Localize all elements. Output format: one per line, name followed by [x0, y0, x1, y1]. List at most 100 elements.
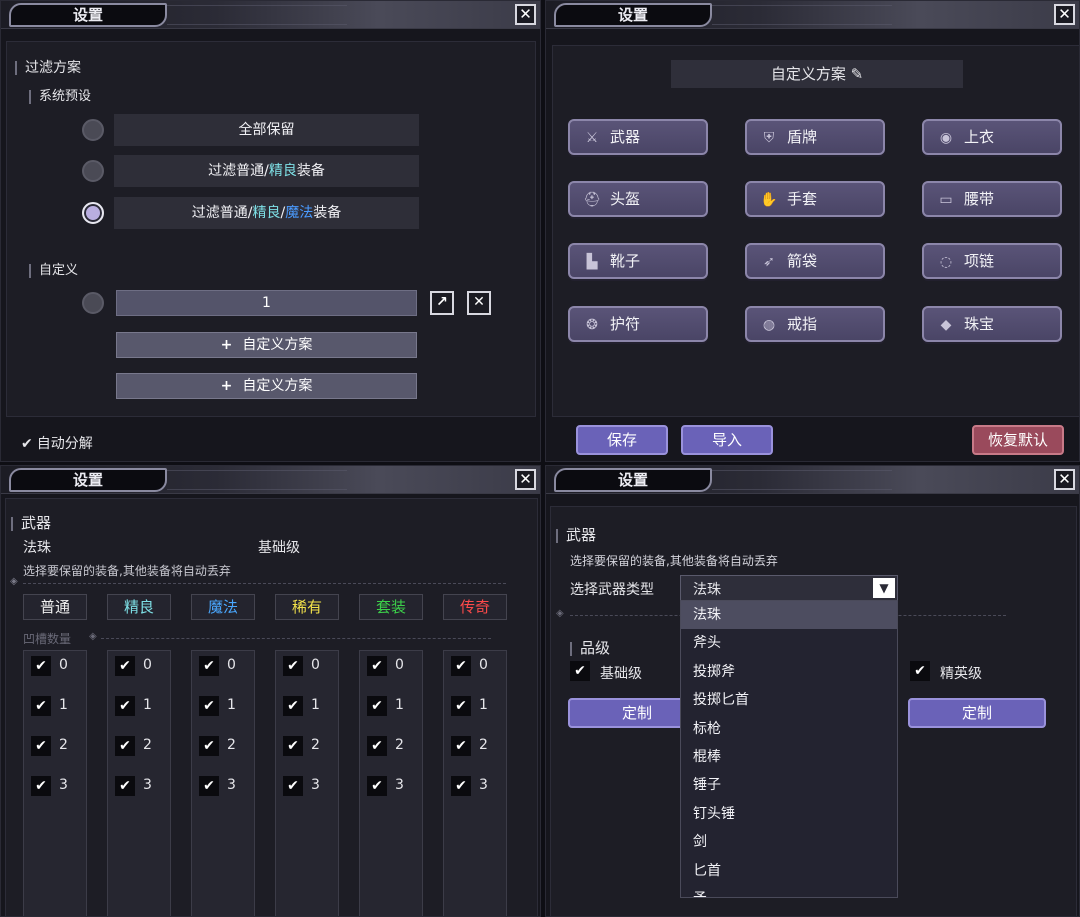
boot-icon: ▙	[586, 254, 598, 270]
socket-checkbox[interactable]: ✔	[199, 776, 219, 796]
socket-value: 2	[227, 737, 236, 753]
option-text-part: 装备	[313, 205, 342, 221]
socket-value: 3	[227, 777, 236, 793]
close-button[interactable]: ✕	[1054, 469, 1075, 490]
socket-checkbox[interactable]: ✔	[451, 736, 471, 756]
weapon-type-select[interactable]: 法珠 ▼	[680, 575, 898, 601]
dropdown-option[interactable]: 标枪	[681, 715, 897, 743]
socket-checkbox[interactable]: ✔	[31, 656, 51, 676]
socket-checkbox[interactable]: ✔	[367, 656, 387, 676]
reset-default-button[interactable]: 恢复默认	[972, 425, 1064, 455]
dropdown-option[interactable]: 法珠	[681, 601, 897, 630]
option-text-part: 全部保留	[238, 122, 295, 138]
preset-radio-filter-magic[interactable]	[82, 202, 104, 224]
slot-button-ring[interactable]: ◍ 戒指	[745, 306, 885, 342]
slot-button-boot[interactable]: ▙ 靴子	[568, 243, 708, 279]
settings-panel-weapon-type: 设置 ✕ 武器 选择要保留的装备,其他装备将自动丢弃 选择武器类型 法珠 ▼ ◈…	[545, 465, 1080, 917]
dropdown-option[interactable]: 投掷匕首	[681, 686, 897, 714]
slot-button-shield[interactable]: ⛨ 盾牌	[745, 119, 885, 155]
delete-scheme-icon[interactable]: ✕	[467, 291, 491, 315]
socket-checkbox[interactable]: ✔	[115, 656, 135, 676]
preset-radio-keep-all[interactable]	[82, 119, 104, 141]
weapon-type-dropdown[interactable]: 法珠斧头投掷斧投掷匕首标枪棍棒锤子钉头锤剑匕首矛	[680, 600, 898, 898]
grade-tab[interactable]: 精良	[107, 594, 171, 620]
socket-checkbox[interactable]: ✔	[283, 776, 303, 796]
edit-icon[interactable]: ✎	[851, 65, 864, 83]
scheme-name-field[interactable]: 自定义方案 ✎	[671, 60, 963, 88]
slot-button-armor[interactable]: ◉ 上衣	[922, 119, 1062, 155]
chevron-down-icon[interactable]: ▼	[873, 578, 895, 598]
dropdown-option[interactable]: 棍棒	[681, 743, 897, 771]
slot-button-necklace[interactable]: ◌ 项链	[922, 243, 1062, 279]
customize-elite-button[interactable]: 定制	[908, 698, 1046, 728]
shield-icon: ⛨	[763, 130, 775, 146]
scheme-content	[552, 45, 1079, 417]
settings-panel-weapon-grades: 设置 ✕ 武器 法珠 基础级 选择要保留的装备,其他装备将自动丢弃 ◈ 普通 精良…	[0, 465, 541, 917]
grade-tab[interactable]: 魔法	[191, 594, 255, 620]
socket-checkbox[interactable]: ✔	[451, 696, 471, 716]
dropdown-option[interactable]: 锤子	[681, 771, 897, 799]
socket-checkbox[interactable]: ✔	[283, 656, 303, 676]
socket-checkbox[interactable]: ✔	[451, 656, 471, 676]
grade-tab[interactable]: 传奇	[443, 594, 507, 620]
socket-checkbox[interactable]: ✔	[367, 736, 387, 756]
slot-button-amulet[interactable]: ❂ 护符	[568, 306, 708, 342]
dropdown-option[interactable]: 钉头锤	[681, 800, 897, 828]
preset-option-filter-magic[interactable]: 过滤普通/精良/魔法装备	[114, 197, 419, 229]
socket-checkbox[interactable]: ✔	[367, 696, 387, 716]
dropdown-option[interactable]: 投掷斧	[681, 658, 897, 686]
slot-button-belt[interactable]: ▭ 腰带	[922, 181, 1062, 217]
divider-ornament-icon: ◈	[10, 576, 18, 587]
export-share-icon[interactable]: ↗	[430, 291, 454, 315]
grade-tab[interactable]: 套装	[359, 594, 423, 620]
dropdown-option[interactable]: 剑	[681, 828, 897, 856]
slot-button-glove[interactable]: ✋ 手套	[745, 181, 885, 217]
preset-option-keep-all[interactable]: 全部保留	[114, 114, 419, 146]
socket-value: 3	[479, 777, 488, 793]
import-button[interactable]: 导入	[681, 425, 773, 455]
auto-decompose-toggle[interactable]: ✔ 自动分解	[21, 433, 93, 453]
grade-tab[interactable]: 稀有	[275, 594, 339, 620]
ring-icon: ◍	[762, 317, 776, 333]
add-custom-scheme-button-2[interactable]: + 自定义方案	[116, 373, 417, 399]
slot-button-quiver[interactable]: ➶ 箭袋	[745, 243, 885, 279]
close-button[interactable]: ✕	[1054, 4, 1075, 25]
preset-radio-filter-fine[interactable]	[82, 160, 104, 182]
socket-checkbox[interactable]: ✔	[115, 736, 135, 756]
slot-label: 戒指	[787, 315, 818, 333]
dropdown-option[interactable]: 匕首	[681, 857, 897, 885]
dropdown-option[interactable]: 矛	[681, 885, 897, 897]
slot-button-sword[interactable]: ⚔ 武器	[568, 119, 708, 155]
socket-checkbox[interactable]: ✔	[31, 776, 51, 796]
socket-checkbox[interactable]: ✔	[283, 736, 303, 756]
save-button[interactable]: 保存	[576, 425, 668, 455]
dropdown-option[interactable]: 斧头	[681, 629, 897, 657]
system-preset-label: 系统预设	[29, 85, 91, 104]
preset-option-filter-fine[interactable]: 过滤普通/精良装备	[114, 155, 419, 187]
socket-checkbox[interactable]: ✔	[115, 776, 135, 796]
close-button[interactable]: ✕	[515, 4, 536, 25]
socket-checkbox[interactable]: ✔	[367, 776, 387, 796]
custom-radio-1[interactable]	[82, 292, 104, 314]
socket-checkbox[interactable]: ✔	[283, 696, 303, 716]
socket-checkbox[interactable]: ✔	[199, 736, 219, 756]
slot-button-gem[interactable]: ◆ 珠宝	[922, 306, 1062, 342]
window-title: 设置	[554, 468, 712, 492]
title-decoration	[167, 5, 347, 25]
socket-checkbox[interactable]: ✔	[31, 736, 51, 756]
socket-checkbox[interactable]: ✔	[199, 656, 219, 676]
socket-checkbox[interactable]: ✔	[31, 696, 51, 716]
basic-checkbox[interactable]: ✔	[570, 661, 590, 681]
weapon-type-value: 法珠	[23, 540, 51, 556]
weapon-section-title: 武器	[556, 524, 596, 545]
close-button[interactable]: ✕	[515, 469, 536, 490]
add-custom-scheme-button-1[interactable]: + 自定义方案	[116, 332, 417, 358]
socket-checkbox[interactable]: ✔	[115, 696, 135, 716]
settings-panel-scheme: 设置 ✕ 自定义方案 ✎ ⚔ 武器 ⛨ 盾牌 ◉ 上衣 ⛑ 头盔 ✋ 手套 ▭ 腰带 ▙ 靴子 ➶ 箭袋 ◌ 项链…	[545, 0, 1080, 462]
socket-checkbox[interactable]: ✔	[199, 696, 219, 716]
elite-checkbox[interactable]: ✔	[910, 661, 930, 681]
slot-button-helmet[interactable]: ⛑ 头盔	[568, 181, 708, 217]
custom-scheme-field[interactable]: 1	[116, 290, 417, 316]
socket-checkbox[interactable]: ✔	[451, 776, 471, 796]
grade-tab[interactable]: 普通	[23, 594, 87, 620]
